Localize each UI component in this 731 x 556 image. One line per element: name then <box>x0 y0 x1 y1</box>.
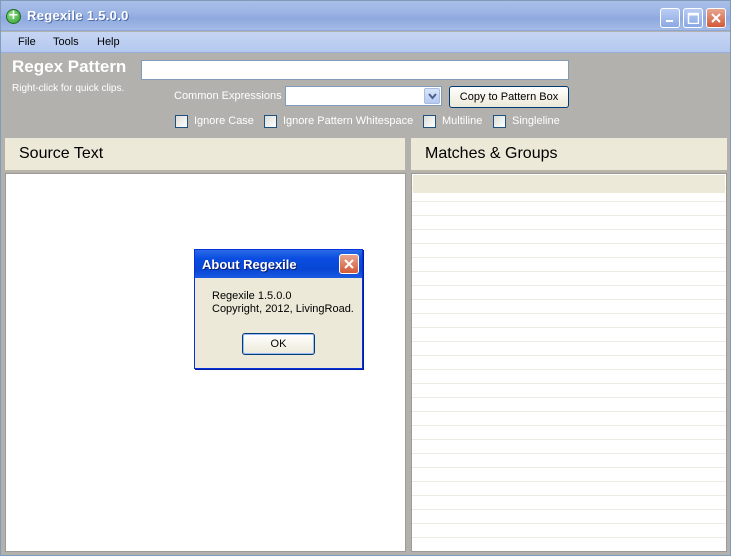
ignore-case-checkbox[interactable] <box>175 115 188 128</box>
dialog-title-bar[interactable]: About Regexile <box>195 250 362 278</box>
pattern-input[interactable] <box>141 60 569 80</box>
copy-to-pattern-button[interactable]: Copy to Pattern Box <box>449 86 569 108</box>
pattern-area: Regex Pattern Right-click for quick clip… <box>1 54 730 138</box>
close-button[interactable] <box>706 8 726 28</box>
dialog-close-button[interactable] <box>339 254 359 274</box>
minimize-button[interactable] <box>660 8 680 28</box>
pattern-label: Regex Pattern <box>12 57 127 76</box>
ok-button[interactable]: OK <box>242 333 315 355</box>
ignore-case-label: Ignore Case <box>194 115 254 127</box>
singleline-checkbox[interactable] <box>493 115 506 128</box>
about-dialog: About Regexile Regexile 1.5.0.0 Copyrigh… <box>194 249 363 369</box>
app-window: + Regexile 1.5.0.0 File Tools Help Regex… <box>0 0 731 556</box>
source-text-title: Source Text <box>19 145 104 162</box>
minimize-icon <box>666 20 673 22</box>
dialog-copyright-text: Copyright, 2012, LivingRoad. <box>212 303 354 315</box>
chevron-down-icon <box>428 93 437 100</box>
singleline-label: Singleline <box>512 115 560 127</box>
menu-file[interactable]: File <box>18 36 36 48</box>
menu-bar: File Tools Help <box>1 32 730 53</box>
menu-help[interactable]: Help <box>97 36 120 48</box>
matches-groups-header: Matches & Groups <box>411 138 727 172</box>
close-icon <box>344 259 354 269</box>
title-bar[interactable]: + Regexile 1.5.0.0 <box>1 1 730 31</box>
common-expressions-select[interactable] <box>285 86 442 106</box>
multiline-label: Multiline <box>442 115 483 127</box>
dropdown-button[interactable] <box>424 88 440 104</box>
ignore-whitespace-checkbox[interactable] <box>264 115 277 128</box>
list-item[interactable] <box>413 175 725 193</box>
matches-groups-title: Matches & Groups <box>425 145 558 162</box>
source-text-header: Source Text <box>5 138 405 172</box>
dialog-title: About Regexile <box>202 257 297 272</box>
ignore-whitespace-label: Ignore Pattern Whitespace <box>283 115 414 127</box>
close-icon <box>711 13 721 23</box>
menu-tools[interactable]: Tools <box>53 36 79 48</box>
multiline-checkbox[interactable] <box>423 115 436 128</box>
quick-clips-hint: Right-click for quick clips. <box>12 83 125 94</box>
matches-groups-list[interactable] <box>411 173 727 552</box>
plus-circle-icon: + <box>6 9 21 24</box>
window-title: Regexile 1.5.0.0 <box>27 8 129 23</box>
maximize-icon <box>687 12 699 24</box>
maximize-button[interactable] <box>683 8 703 28</box>
dialog-version-text: Regexile 1.5.0.0 <box>212 290 292 302</box>
common-expressions-label: Common Expressions <box>174 90 282 102</box>
